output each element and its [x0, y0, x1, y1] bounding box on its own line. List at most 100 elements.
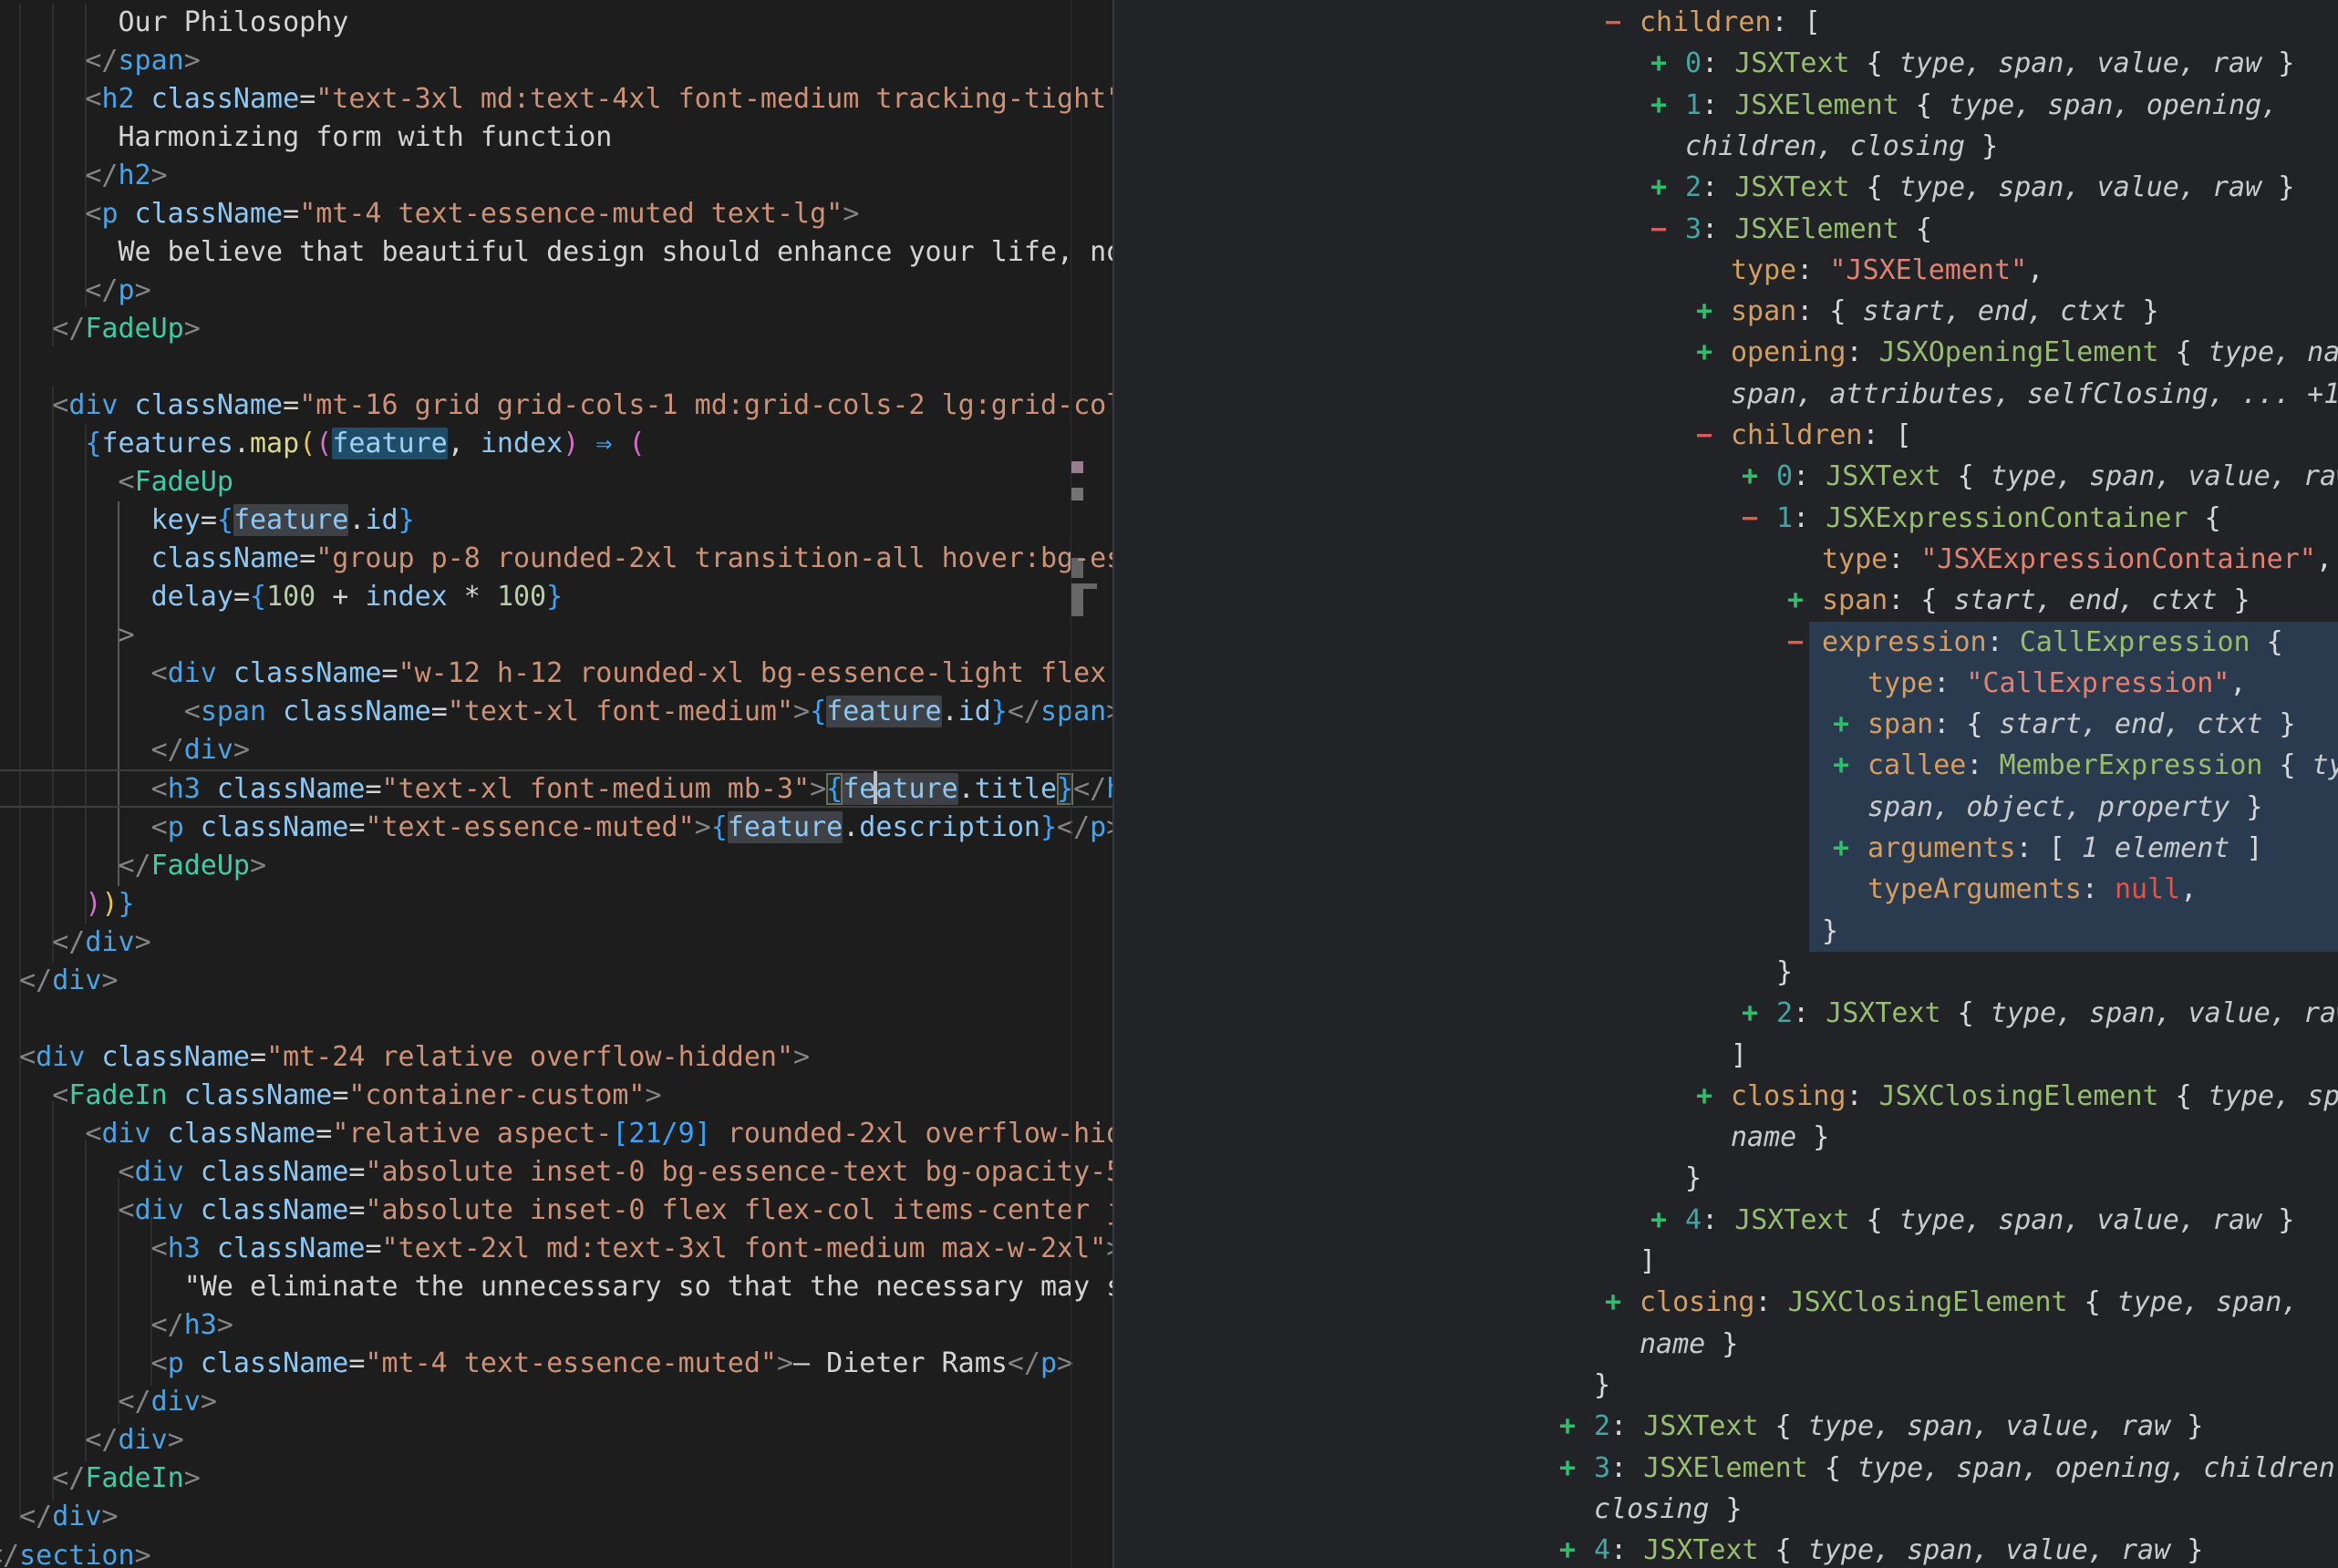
code-line[interactable]: </p> [0, 272, 151, 310]
ast-row[interactable]: } [1822, 911, 1838, 952]
code-line[interactable]: </FadeIn> [0, 1460, 201, 1498]
expand-icon[interactable]: + [1650, 43, 1667, 84]
expand-icon[interactable]: + [1696, 291, 1712, 332]
code-line[interactable]: Harmonizing form with function [0, 119, 612, 157]
code-line[interactable]: <span className="text-xl font-medium">{f… [0, 693, 1112, 731]
ast-row[interactable]: +closing: JSXClosingElement { type, span… [1640, 1282, 2298, 1323]
code-line[interactable]: <div className="mt-24 relative overflow-… [0, 1038, 810, 1077]
code-line[interactable]: </div> [0, 1421, 184, 1460]
pane-divider[interactable] [1112, 0, 1114, 1568]
ast-row[interactable]: span, attributes, selfClosing, ... +1 } [1731, 374, 2338, 415]
ast-row[interactable]: +callee: MemberExpression { type, [1867, 745, 2338, 786]
expand-icon[interactable]: + [1650, 1200, 1667, 1241]
collapse-icon[interactable]: − [1787, 622, 1804, 663]
collapse-icon[interactable]: − [1742, 498, 1758, 539]
expand-icon[interactable]: + [1650, 167, 1667, 208]
ast-row[interactable]: name } [1640, 1324, 1738, 1365]
expand-icon[interactable]: + [1605, 1282, 1621, 1323]
overview-mark[interactable] [1071, 589, 1083, 616]
ast-row[interactable]: −3: JSXElement { [1685, 209, 1932, 250]
collapse-icon[interactable]: − [1605, 2, 1621, 43]
code-line[interactable]: <div className="mt-16 grid grid-cols-1 m… [0, 387, 1112, 425]
ast-row[interactable]: +span: { start, end, ctxt } [1822, 580, 2250, 621]
expand-icon[interactable]: + [1696, 332, 1712, 373]
ast-row[interactable]: +1: JSXElement { type, span, opening, [1685, 85, 2278, 126]
ast-row[interactable]: } [1776, 952, 1793, 993]
code-line[interactable]: <div className="absolute inset-0 flex fl… [0, 1191, 1112, 1230]
ast-row[interactable]: type: "CallExpression", [1867, 663, 2246, 704]
expand-icon[interactable]: + [1559, 1406, 1576, 1447]
collapse-icon[interactable]: − [1650, 209, 1667, 250]
ast-row[interactable]: typeArguments: null, [1867, 869, 2197, 910]
ast-row[interactable]: type: "JSXExpressionContainer", [1822, 539, 2333, 580]
ast-row[interactable]: +closing: JSXClosingElement { type, span… [1731, 1076, 2338, 1117]
ast-row[interactable]: −1: JSXExpressionContainer { [1776, 498, 2221, 539]
overview-mark[interactable] [1071, 461, 1083, 473]
ast-row[interactable]: +0: JSXText { type, span, value, raw } [1776, 456, 2338, 497]
ast-row[interactable]: −children: [ [1731, 415, 1912, 456]
ast-row[interactable]: +2: JSXText { type, span, value, raw } [1776, 993, 2338, 1034]
ast-row[interactable]: span, object, property } [1867, 787, 2262, 828]
code-line[interactable]: </FadeUp> [0, 847, 266, 885]
code-line[interactable]: Our Philosophy [0, 4, 348, 42]
ast-row[interactable]: ] [1731, 1035, 1747, 1076]
code-line[interactable]: <div className="w-12 h-12 rounded-xl bg-… [0, 655, 1112, 693]
code-line[interactable]: </div> [0, 962, 119, 1000]
expand-icon[interactable]: + [1787, 580, 1804, 621]
code-line[interactable]: ))} [0, 885, 135, 923]
code-line[interactable]: <div className="absolute inset-0 bg-esse… [0, 1153, 1112, 1191]
code-line[interactable]: delay={100 + index * 100} [0, 578, 563, 616]
code-line[interactable]: <h3 className="text-2xl md:text-3xl font… [0, 1230, 1112, 1268]
code-line[interactable]: key={feature.id} [0, 501, 415, 540]
expand-icon[interactable]: + [1559, 1448, 1576, 1489]
code-line[interactable]: <h2 className="text-3xl md:text-4xl font… [0, 80, 1112, 119]
code-line[interactable]: <p className="text-essence-muted">{featu… [0, 809, 1112, 847]
ast-row[interactable]: children, closing } [1685, 126, 1998, 167]
ast-row[interactable]: name } [1731, 1117, 1829, 1158]
code-line[interactable]: </div> [0, 923, 151, 962]
code-line[interactable]: </span> [0, 42, 201, 80]
expand-icon[interactable]: + [1742, 456, 1758, 497]
code-editor-pane[interactable]: Our Philosophy </span> <h2 className="te… [0, 0, 1112, 1568]
code-line[interactable]: </div> [0, 731, 250, 769]
code-line[interactable]: className="group p-8 rounded-2xl transit… [0, 540, 1112, 578]
code-line[interactable]: </section> [0, 1537, 151, 1568]
code-line[interactable]: <FadeUp [0, 463, 233, 501]
code-line[interactable]: </div> [0, 1498, 119, 1536]
overview-mark[interactable] [1071, 488, 1083, 500]
expand-icon[interactable]: + [1742, 993, 1758, 1034]
ast-tree-pane[interactable]: −children: [+0: JSXText { type, span, va… [1114, 0, 2338, 1568]
ast-row[interactable]: } [1685, 1158, 1702, 1199]
ast-row[interactable]: +2: JSXText { type, span, value, raw } [1685, 167, 2294, 208]
code-line[interactable]: {features.map((feature, index) ⇒ ( [0, 425, 646, 463]
code-line[interactable]: </h2> [0, 157, 168, 195]
collapse-icon[interactable]: − [1696, 415, 1712, 456]
expand-icon[interactable]: + [1833, 828, 1849, 869]
ast-row[interactable]: +0: JSXText { type, span, value, raw } [1685, 43, 2294, 84]
ast-row[interactable]: +span: { start, end, ctxt } [1867, 704, 2296, 745]
ast-row[interactable]: type: "JSXElement", [1731, 250, 2043, 291]
expand-icon[interactable]: + [1650, 85, 1667, 126]
code-line[interactable]: We believe that beautiful design should … [0, 233, 1112, 272]
expand-icon[interactable]: + [1559, 1530, 1576, 1568]
expand-icon[interactable]: + [1696, 1076, 1712, 1117]
ast-row[interactable]: +4: JSXText { type, span, value, raw } [1594, 1530, 2203, 1568]
ast-row[interactable]: +arguments: [ 1 element ] [1867, 828, 2263, 869]
code-line[interactable]: > [0, 616, 135, 655]
code-line[interactable]: <div className="relative aspect-[21/9] r… [0, 1115, 1112, 1153]
code-line[interactable]: <FadeIn className="container-custom"> [0, 1077, 662, 1115]
code-line[interactable]: </h3> [0, 1306, 233, 1345]
code-line[interactable]: <p className="mt-4 text-essence-muted te… [0, 195, 859, 233]
code-line[interactable]: </FadeUp> [0, 310, 201, 348]
code-line[interactable]: <p className="mt-4 text-essence-muted">—… [0, 1345, 1073, 1383]
overview-mark[interactable] [1071, 558, 1083, 578]
code-line[interactable]: </div> [0, 1383, 217, 1421]
ast-row[interactable]: +3: JSXElement { type, span, opening, ch… [1594, 1448, 2338, 1489]
code-line[interactable]: "We eliminate the unnecessary so that th… [0, 1268, 1112, 1306]
ast-row[interactable]: +opening: JSXOpeningElement { type, name… [1731, 332, 2338, 373]
expand-icon[interactable]: + [1833, 745, 1849, 786]
ast-row[interactable]: +span: { start, end, ctxt } [1731, 291, 2159, 332]
ast-row[interactable]: +2: JSXText { type, span, value, raw } [1594, 1406, 2203, 1447]
ast-row[interactable]: } [1594, 1365, 1610, 1406]
expand-icon[interactable]: + [1833, 704, 1849, 745]
